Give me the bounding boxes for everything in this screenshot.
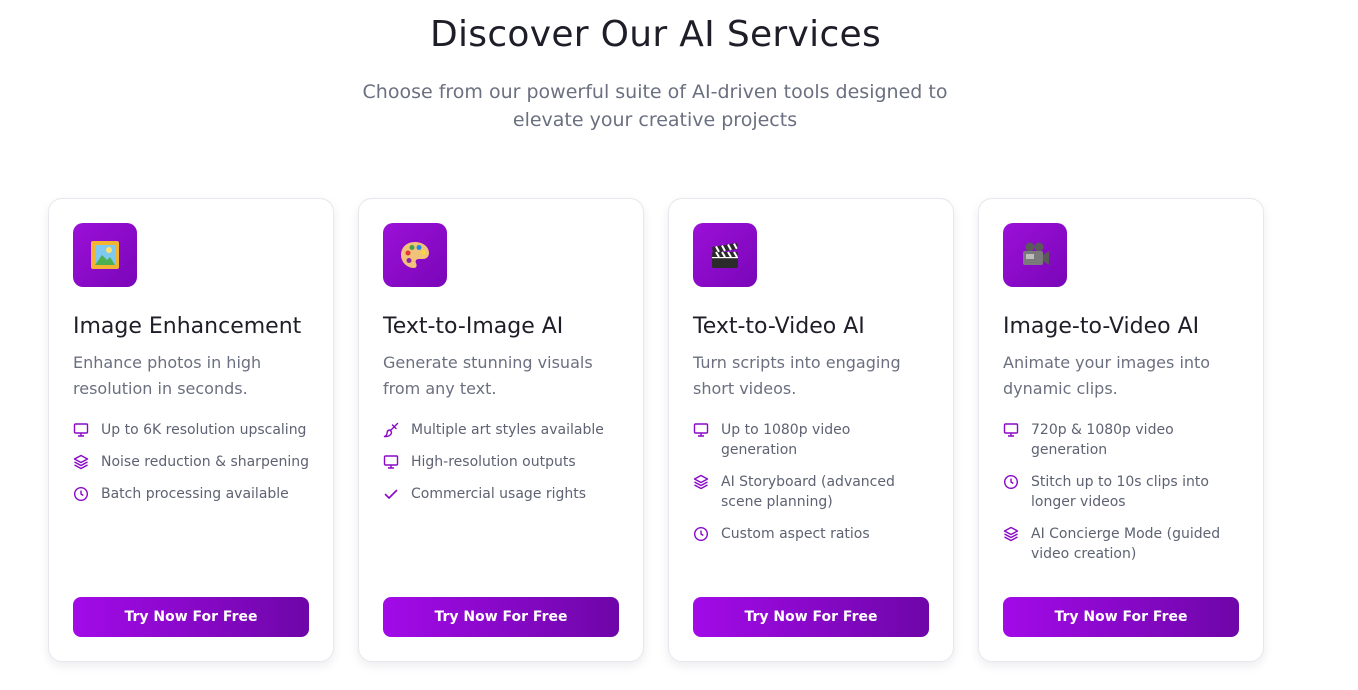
card-description: Generate stunning visuals from any text. [383, 353, 593, 398]
monitor-icon [383, 454, 399, 470]
feature-item: Up to 1080p video generation [693, 420, 929, 460]
feature-text: Stitch up to 10s clips into longer video… [1031, 474, 1209, 510]
layers-icon [1003, 526, 1019, 542]
clock-icon [73, 486, 89, 502]
check-icon [383, 486, 399, 502]
feature-text: Custom aspect ratios [721, 526, 870, 542]
feature-text: AI Storyboard (advanced scene planning) [721, 474, 895, 510]
monitor-icon [693, 422, 709, 438]
card-description: Enhance photos in high resolution in sec… [73, 353, 262, 398]
try-now-button[interactable]: Try Now For Free [693, 597, 929, 637]
feature-item: Multiple art styles available [383, 420, 619, 440]
section-subtitle: Choose from our powerful suite of AI-dri… [362, 81, 948, 131]
artist-palette-icon [383, 223, 447, 287]
feature-item: High-resolution outputs [383, 452, 619, 472]
feature-text: Commercial usage rights [411, 486, 587, 502]
feature-text: 720p & 1080p video generation [1031, 422, 1174, 458]
card-title: Text-to-Image AI [383, 314, 564, 339]
feature-list: 720p & 1080p video generation Stitch up … [1003, 420, 1239, 564]
layers-icon [693, 474, 709, 490]
feature-item: AI Concierge Mode (guided video creation… [1003, 524, 1239, 564]
services-grid: Image Enhancement Enhance photos in high… [48, 198, 1264, 662]
service-card-image-enhancement: Image Enhancement Enhance photos in high… [48, 198, 334, 662]
feature-item: Up to 6K resolution upscaling [73, 420, 309, 440]
feature-item: Batch processing available [73, 484, 309, 504]
layers-icon [73, 454, 89, 470]
clock-icon [1003, 474, 1019, 490]
monitor-icon [73, 422, 89, 438]
feature-text: Up to 1080p video generation [721, 422, 851, 458]
video-camera-icon [1003, 223, 1067, 287]
feature-text: Up to 6K resolution upscaling [101, 422, 307, 438]
clapper-board-icon [693, 223, 757, 287]
service-card-text-to-image: Text-to-Image AI Generate stunning visua… [358, 198, 644, 662]
paintbrush-icon [383, 422, 399, 438]
card-description: Animate your images into dynamic clips. [1003, 353, 1211, 398]
service-card-image-to-video: Image-to-Video AI Animate your images in… [978, 198, 1264, 662]
feature-item: Stitch up to 10s clips into longer video… [1003, 472, 1239, 512]
try-now-button[interactable]: Try Now For Free [383, 597, 619, 637]
try-now-button[interactable]: Try Now For Free [73, 597, 309, 637]
feature-item: AI Storyboard (advanced scene planning) [693, 472, 929, 512]
feature-text: AI Concierge Mode (guided video creation… [1031, 526, 1221, 562]
section-title: Discover Our AI Services [429, 14, 882, 55]
card-title: Image Enhancement [73, 314, 302, 339]
monitor-icon [1003, 422, 1019, 438]
card-description: Turn scripts into engaging short videos. [693, 353, 901, 398]
card-title: Image-to-Video AI [1003, 314, 1200, 339]
feature-list: Up to 6K resolution upscaling Noise redu… [73, 420, 309, 504]
clock-icon [693, 526, 709, 542]
feature-text: Multiple art styles available [411, 422, 604, 438]
feature-item: Custom aspect ratios [693, 524, 929, 544]
service-card-text-to-video: Text-to-Video AI Turn scripts into engag… [668, 198, 954, 662]
framed-picture-icon [73, 223, 137, 287]
feature-text: High-resolution outputs [411, 454, 576, 470]
feature-list: Up to 1080p video generation AI Storyboa… [693, 420, 929, 544]
feature-list: Multiple art styles available High-resol… [383, 420, 619, 504]
try-now-button[interactable]: Try Now For Free [1003, 597, 1239, 637]
feature-text: Batch processing available [101, 486, 289, 502]
feature-item: 720p & 1080p video generation [1003, 420, 1239, 460]
feature-item: Noise reduction & sharpening [73, 452, 309, 472]
card-title: Text-to-Video AI [693, 314, 865, 339]
feature-text: Noise reduction & sharpening [101, 454, 309, 470]
feature-item: Commercial usage rights [383, 484, 619, 504]
